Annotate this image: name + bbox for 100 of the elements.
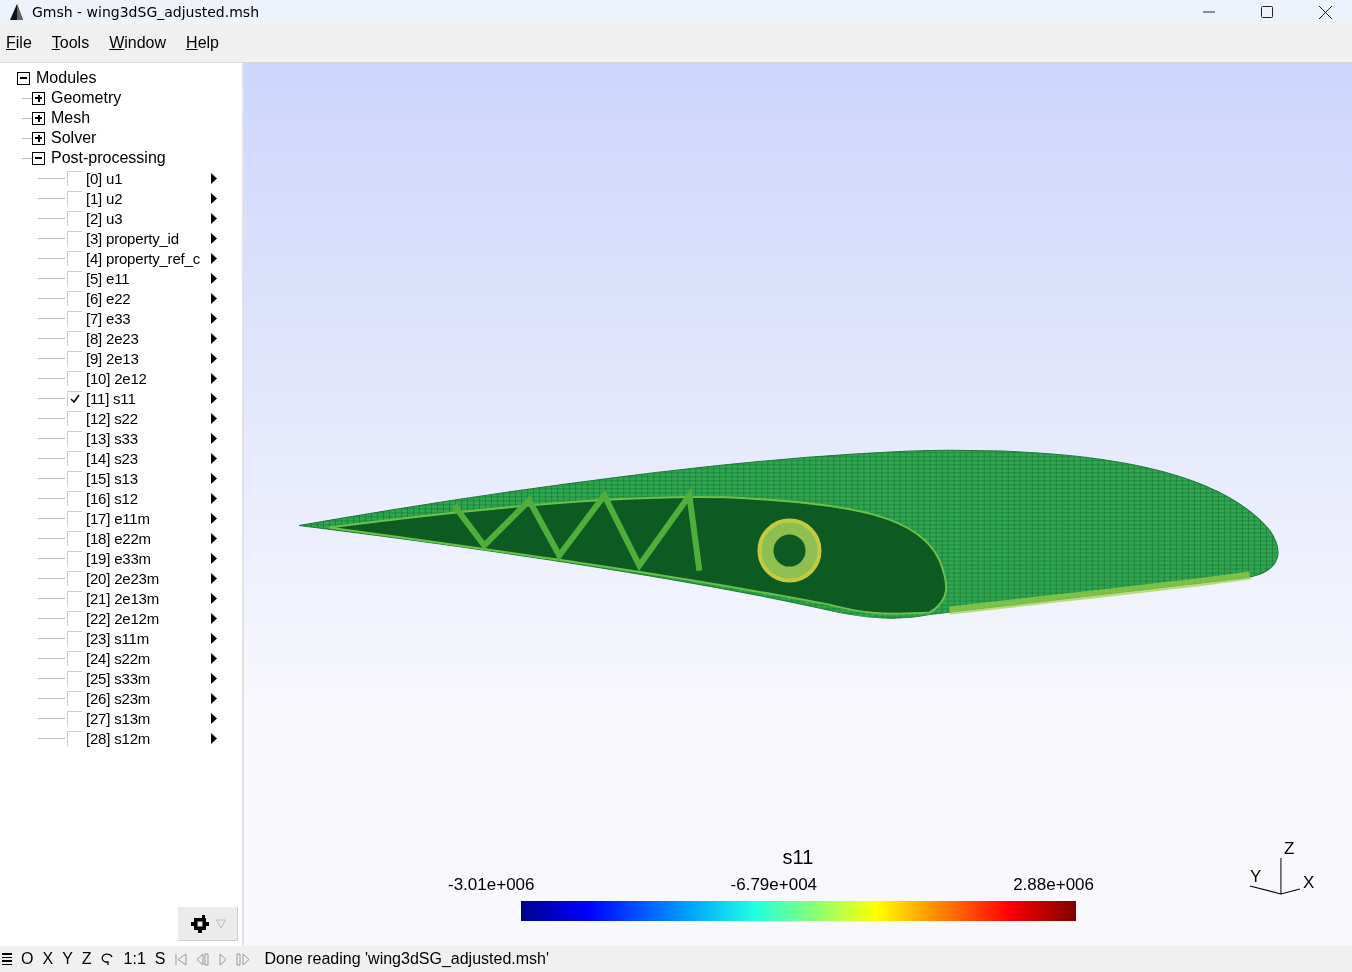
checkbox[interactable] — [67, 350, 82, 366]
view-label[interactable]: [27] s13m — [86, 709, 210, 727]
view-label[interactable]: [10] 2e12 — [86, 369, 210, 387]
checkbox[interactable] — [67, 610, 82, 626]
view-label[interactable]: [1] u2 — [86, 189, 210, 207]
view-label[interactable]: [2] u3 — [86, 209, 210, 227]
checkbox[interactable] — [67, 170, 82, 186]
view-label[interactable]: [13] s33 — [86, 429, 210, 447]
submenu-arrow-icon[interactable] — [211, 432, 217, 444]
submenu-arrow-icon[interactable] — [211, 612, 217, 624]
checkbox[interactable] — [67, 290, 82, 306]
checkbox[interactable] — [67, 490, 82, 506]
submenu-arrow-icon[interactable] — [211, 392, 217, 404]
submenu-arrow-icon[interactable] — [211, 292, 217, 304]
submenu-arrow-icon[interactable] — [211, 312, 217, 324]
checkbox[interactable] — [67, 230, 82, 246]
expand-toggle-icon[interactable] — [32, 131, 45, 145]
tree-item[interactable]: Post-processing — [51, 149, 166, 167]
expand-toggle-icon[interactable] — [32, 91, 45, 105]
view-label[interactable]: [28] s12m — [86, 729, 210, 747]
view-label[interactable]: [24] s22m — [86, 649, 210, 667]
view-label[interactable]: [12] s22 — [86, 409, 210, 427]
view-label[interactable]: [19] e33m — [86, 549, 210, 567]
view-label[interactable]: [26] s23m — [86, 689, 210, 707]
view-axis-button[interactable]: Y — [62, 950, 73, 968]
maximize-icon[interactable] — [1261, 6, 1273, 18]
submenu-arrow-icon[interactable] — [211, 712, 217, 724]
submenu-arrow-icon[interactable] — [211, 332, 217, 344]
view-axis-button[interactable]: O — [21, 950, 34, 968]
submenu-arrow-icon[interactable] — [211, 552, 217, 564]
checkbox[interactable] — [67, 190, 82, 206]
tree-item[interactable]: Geometry — [51, 89, 122, 107]
submenu-arrow-icon[interactable] — [211, 732, 217, 744]
checkbox[interactable] — [67, 730, 82, 746]
tree-item[interactable]: Solver — [51, 129, 97, 147]
close-icon[interactable] — [1319, 5, 1332, 19]
submenu-arrow-icon[interactable] — [211, 252, 217, 264]
submenu-arrow-icon[interactable] — [211, 512, 217, 524]
view-label[interactable]: [16] s12 — [86, 489, 210, 507]
submenu-arrow-icon[interactable] — [211, 572, 217, 584]
submenu-arrow-icon[interactable] — [211, 212, 217, 224]
view-label[interactable]: [6] e22 — [86, 289, 210, 307]
scale-button[interactable]: 1:1 — [123, 950, 146, 968]
submenu-arrow-icon[interactable] — [211, 352, 217, 364]
checkbox[interactable] — [67, 590, 82, 606]
view-label[interactable]: [20] 2e23m — [86, 569, 210, 587]
view-label[interactable]: [7] e33 — [86, 309, 210, 327]
checkbox[interactable] — [67, 690, 82, 706]
submenu-arrow-icon[interactable] — [211, 532, 217, 544]
checkbox[interactable] — [67, 390, 82, 406]
view-label[interactable]: [21] 2e13m — [86, 589, 210, 607]
view-label[interactable]: [17] e11m — [86, 509, 210, 527]
view-label[interactable]: [14] s23 — [86, 449, 210, 467]
view-axis-button[interactable]: X — [42, 950, 54, 968]
view-label[interactable]: [25] s33m — [86, 669, 210, 687]
view-label[interactable]: [5] e11 — [86, 269, 210, 287]
submenu-arrow-icon[interactable] — [211, 412, 217, 424]
checkbox[interactable] — [67, 250, 82, 266]
checkbox[interactable] — [67, 530, 82, 546]
submenu-arrow-icon[interactable] — [211, 652, 217, 664]
submenu-arrow-icon[interactable] — [211, 692, 217, 704]
submenu-arrow-icon[interactable] — [211, 192, 217, 204]
rotate-icon[interactable] — [100, 952, 115, 966]
menu-item[interactable]: Help — [186, 34, 219, 52]
submenu-arrow-icon[interactable] — [211, 472, 217, 484]
view-label[interactable]: [11] s11 — [86, 389, 210, 407]
view-label[interactable]: [22] 2e12m — [86, 609, 210, 627]
submenu-arrow-icon[interactable] — [211, 232, 217, 244]
view-label[interactable]: [3] property_id — [86, 229, 210, 247]
settings-button[interactable] — [178, 907, 238, 941]
checkbox[interactable] — [67, 430, 82, 446]
submenu-arrow-icon[interactable] — [211, 632, 217, 644]
checkbox[interactable] — [67, 570, 82, 586]
tree-item[interactable]: Mesh — [51, 109, 91, 127]
view-label[interactable]: [15] s13 — [86, 469, 210, 487]
checkbox[interactable] — [67, 650, 82, 666]
expand-toggle-icon[interactable] — [32, 151, 45, 165]
tree-item[interactable]: Modules — [36, 69, 97, 87]
menu-item[interactable]: Tools — [51, 34, 90, 52]
menu-item[interactable]: File — [6, 34, 32, 52]
view-axis-button[interactable]: Z — [81, 950, 92, 968]
checkbox[interactable] — [67, 550, 82, 566]
checkbox[interactable] — [67, 370, 82, 386]
checkbox[interactable] — [67, 630, 82, 646]
expand-toggle-icon[interactable] — [32, 111, 45, 125]
checkbox[interactable] — [67, 450, 82, 466]
submenu-arrow-icon[interactable] — [211, 672, 217, 684]
submenu-arrow-icon[interactable] — [211, 592, 217, 604]
select-button[interactable]: S — [154, 950, 166, 968]
checkbox[interactable] — [67, 270, 82, 286]
submenu-arrow-icon[interactable] — [211, 172, 217, 184]
view-label[interactable]: [8] 2e23 — [86, 329, 210, 347]
collapse-toggle-icon[interactable] — [17, 71, 30, 85]
view-label[interactable]: [9] 2e13 — [86, 349, 210, 367]
view-label[interactable]: [18] e22m — [86, 529, 210, 547]
submenu-arrow-icon[interactable] — [211, 272, 217, 284]
checkbox[interactable] — [67, 310, 82, 326]
view-label[interactable]: [23] s11m — [86, 629, 210, 647]
submenu-arrow-icon[interactable] — [211, 372, 217, 384]
checkbox[interactable] — [67, 670, 82, 686]
